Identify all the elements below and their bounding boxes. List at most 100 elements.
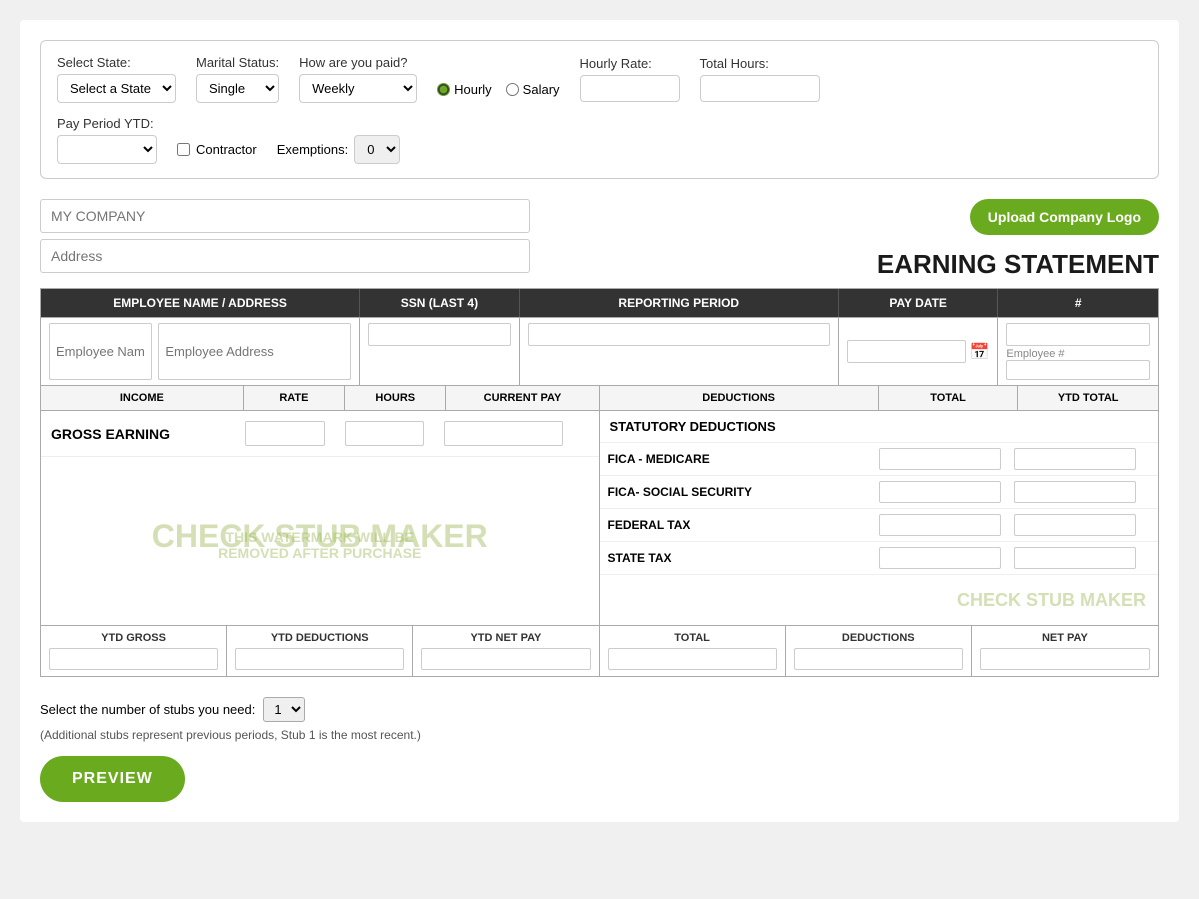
upload-logo-button[interactable]: Upload Company Logo	[970, 199, 1159, 235]
deductions-col: Deductions nan	[786, 626, 972, 676]
total-hours-group: Total Hours: 0	[700, 56, 820, 102]
ssn-input[interactable]: XXXX	[368, 323, 511, 346]
ded-col-total: Total	[879, 386, 1019, 410]
exemptions-group: Exemptions: 0 1 2 3 4 5	[277, 135, 401, 164]
fica-ss-ytd[interactable]: 0.00	[1014, 481, 1136, 503]
deductions-footer-value[interactable]: nan	[794, 648, 963, 670]
stub-header-row: Employee Name / Address SSN (Last 4) Rep…	[41, 289, 1158, 317]
hourly-rate-input[interactable]: 0	[580, 75, 680, 102]
income-col-current: Current Pay	[446, 386, 598, 410]
total-value[interactable]: 0.00	[608, 648, 777, 670]
gross-label: GROSS EARNING	[47, 426, 245, 442]
ytd-deductions-value[interactable]: 0.00	[235, 648, 404, 670]
select-state-label: Select State:	[57, 55, 176, 70]
pay-type-group: Hourly Salary	[437, 61, 559, 97]
stub-col-reporting: Reporting Period	[520, 289, 839, 317]
ytd-deductions-col: YTD Deductions 0.00	[227, 626, 413, 676]
employee-name-input[interactable]	[49, 323, 152, 380]
deductions-panel: Deductions Total YTD Total STATUTORY DED…	[600, 386, 1159, 625]
total-hours-label: Total Hours:	[700, 56, 820, 71]
fica-ss-total[interactable]: 0.00	[879, 481, 1001, 503]
select-state-dropdown[interactable]: Select a State	[57, 74, 176, 103]
company-name-input[interactable]	[40, 199, 530, 233]
watermark-sub2: REMOVED AFTER PURCHASE	[218, 545, 421, 561]
salary-label: Salary	[523, 82, 560, 97]
income-col-income: Income	[41, 386, 244, 410]
stub-col-paydate: Pay Date	[839, 289, 999, 317]
income-header: Income Rate Hours Current Pay	[41, 386, 599, 411]
marital-status-label: Marital Status:	[196, 55, 279, 70]
pay-date-input[interactable]: 06/12/2024	[847, 340, 966, 363]
ytd-gross-col: YTD Gross 0.00	[41, 626, 227, 676]
stub-col-number: #	[998, 289, 1158, 317]
fica-medicare-ytd[interactable]: 0.00	[1014, 448, 1136, 470]
company-section: Upload Company Logo EARNING STATEMENT	[40, 199, 1159, 280]
gross-current-pay-input[interactable]: 0.00	[444, 421, 563, 446]
gross-hours-input[interactable]: 0	[345, 421, 424, 446]
state-tax-total[interactable]: nan	[879, 547, 1001, 569]
company-address-input[interactable]	[40, 239, 530, 273]
pay-period-ytd-group: Pay Period YTD:	[57, 116, 157, 164]
deductions-header: Deductions Total YTD Total	[600, 386, 1159, 411]
employee-hash-input[interactable]	[1006, 360, 1150, 380]
fica-medicare-total[interactable]: 0.00	[879, 448, 1001, 470]
hourly-rate-label: Hourly Rate:	[580, 56, 680, 71]
ded-col-deductions: Deductions	[600, 386, 879, 410]
reporting-period-input[interactable]: 06/05/2024 - 06/11/2024	[528, 323, 830, 346]
how-paid-dropdown[interactable]: Weekly Bi-Weekly Semi-Monthly Monthly	[299, 74, 417, 103]
watermark-container: CHECK STUB MAKER THIS WATERMARK WILL BE …	[41, 457, 599, 617]
exemptions-dropdown[interactable]: 0 1 2 3 4 5	[354, 135, 400, 164]
hourly-radio[interactable]	[437, 83, 450, 96]
hourly-label: Hourly	[454, 82, 492, 97]
ssn-cell: XXXX	[360, 318, 520, 385]
right-watermark: CHECK STUB MAKER	[957, 590, 1146, 611]
gross-rate-input[interactable]	[245, 421, 324, 446]
company-inputs	[40, 199, 530, 273]
federal-tax-row: FEDERAL TAX nan 0.00	[600, 509, 1159, 542]
employee-name-address-cell	[41, 318, 360, 385]
contractor-label: Contractor	[196, 142, 257, 157]
how-paid-label: How are you paid?	[299, 55, 417, 70]
ytd-gross-label: YTD Gross	[49, 632, 218, 644]
federal-tax-total[interactable]: nan	[879, 514, 1001, 536]
how-paid-group: How are you paid? Weekly Bi-Weekly Semi-…	[299, 55, 417, 103]
watermark-sub1: THIS WATERMARK WILL BE	[218, 529, 421, 545]
fica-medicare-label: FICA - MEDICARE	[608, 452, 879, 466]
pay-date-cell: 06/12/2024 📅	[839, 318, 999, 385]
ytd-net-pay-col: YTD Net Pay 0.00	[413, 626, 599, 676]
total-hours-input[interactable]: 0	[700, 75, 820, 102]
stub-count-label: Select the number of stubs you need:	[40, 702, 255, 717]
income-col-rate: Rate	[244, 386, 345, 410]
top-controls-panel: Select State: Select a State Marital Sta…	[40, 40, 1159, 179]
net-pay-col: Net Pay nan	[972, 626, 1158, 676]
calendar-icon[interactable]: 📅	[970, 342, 990, 362]
fica-ss-label: FICA- SOCIAL SECURITY	[608, 485, 879, 499]
salary-radio[interactable]	[506, 83, 519, 96]
state-tax-label: STATE TAX	[608, 551, 879, 565]
stub-number-input[interactable]: 9693	[1006, 323, 1150, 346]
ytd-net-pay-value[interactable]: 0.00	[421, 648, 590, 670]
marital-status-dropdown[interactable]: Single Married	[196, 74, 279, 103]
gross-row: GROSS EARNING 0 0.00	[41, 411, 599, 457]
pay-period-ytd-dropdown[interactable]	[57, 135, 157, 164]
ytd-gross-value[interactable]: 0.00	[49, 648, 218, 670]
net-pay-value[interactable]: nan	[980, 648, 1150, 670]
fica-medicare-row: FICA - MEDICARE 0.00 0.00	[600, 443, 1159, 476]
preview-button[interactable]: PREVIEW	[40, 756, 185, 802]
note-text: (Additional stubs represent previous per…	[40, 728, 1159, 742]
watermark-main: CHECK STUB MAKER	[152, 516, 488, 558]
federal-tax-ytd[interactable]: 0.00	[1014, 514, 1136, 536]
employee-address-input[interactable]	[158, 323, 351, 380]
contractor-checkbox[interactable]	[177, 143, 190, 156]
hourly-rate-group: Hourly Rate: 0	[580, 56, 680, 102]
net-pay-label: Net Pay	[980, 632, 1150, 644]
state-tax-ytd[interactable]: 0.00	[1014, 547, 1136, 569]
hourly-radio-label[interactable]: Hourly	[437, 82, 492, 97]
employee-hash-label: Employee #	[1006, 348, 1150, 360]
fica-ss-row: FICA- SOCIAL SECURITY 0.00 0.00	[600, 476, 1159, 509]
select-state-group: Select State: Select a State	[57, 55, 176, 103]
income-panel: Income Rate Hours Current Pay GROSS EARN…	[41, 386, 600, 625]
salary-radio-label[interactable]: Salary	[506, 82, 560, 97]
stub-count-select[interactable]: 1 2 3 4 5	[263, 697, 305, 722]
stub-col-employee: Employee Name / Address	[41, 289, 360, 317]
